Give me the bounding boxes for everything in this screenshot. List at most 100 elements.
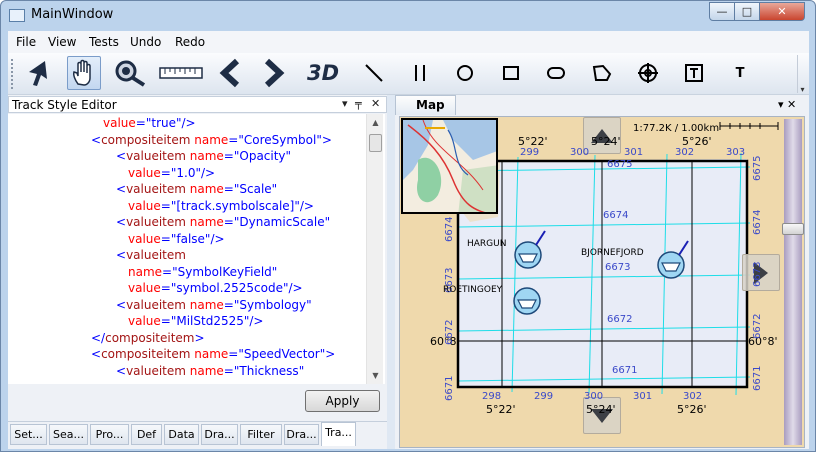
- menu-view[interactable]: View: [48, 35, 76, 49]
- text-box-icon[interactable]: [677, 56, 711, 90]
- zoom-slider-thumb[interactable]: [782, 223, 804, 235]
- draw-line-icon[interactable]: [357, 56, 391, 90]
- grid-label: 6675: [752, 155, 763, 181]
- menu-tests[interactable]: Tests: [89, 35, 119, 49]
- draw-polygon-icon[interactable]: [585, 56, 619, 90]
- menu-bar: File View Tests Undo Redo: [8, 31, 809, 53]
- scale-bar: [719, 122, 779, 130]
- measure-scale-icon[interactable]: [158, 56, 204, 90]
- draw-rounded-rect-icon[interactable]: [539, 56, 573, 90]
- close-button[interactable]: ✕: [759, 2, 805, 21]
- pane-close-icon[interactable]: ✕: [371, 97, 380, 110]
- toolbar-overflow-button[interactable]: ▾: [797, 55, 807, 94]
- lon-label-top-mid: 5°24': [591, 135, 621, 148]
- xml-line: <valueitem name="Opacity": [116, 149, 292, 163]
- draw-rectangle-icon[interactable]: [494, 56, 528, 90]
- lon-label-bottom-right: 5°26': [677, 403, 707, 416]
- main-window: MainWindow — □ ✕ File View Tests Undo Re…: [0, 0, 816, 452]
- grid-label: 6673: [752, 261, 763, 287]
- tab-filter[interactable]: Filter: [240, 424, 282, 445]
- apply-button[interactable]: Apply: [305, 390, 380, 412]
- select-arrow-icon[interactable]: [21, 56, 55, 90]
- tab-map[interactable]: Map: [395, 95, 456, 115]
- xml-line: value="false"/>: [128, 231, 225, 246]
- zoom-magnifier-icon[interactable]: [114, 56, 148, 90]
- grid-label: 301: [633, 391, 653, 402]
- grid-label: 298: [482, 391, 502, 402]
- xml-line: name="SymbolKeyField": [128, 264, 278, 279]
- track-symbol-roetingoey: [513, 287, 541, 315]
- window-icon: [9, 9, 25, 22]
- title-bar: MainWindow — □ ✕: [1, 1, 815, 31]
- maximize-button[interactable]: □: [734, 2, 760, 21]
- draw-target-symbol-icon[interactable]: [631, 56, 665, 90]
- tab-track-style[interactable]: Tra...: [321, 422, 356, 446]
- map-view[interactable]: 1:77.2K / 1.00km 5°22' 5°24' 5°26' 5°22'…: [399, 116, 805, 448]
- xml-line: <compositeitem name="CoreSymbol">: [91, 132, 332, 147]
- grid-label: 6672: [444, 319, 455, 345]
- lon-label-bottom-left: 5°22': [486, 403, 516, 416]
- scroll-up-icon[interactable]: ▲: [367, 114, 384, 131]
- pan-hand-icon[interactable]: [67, 56, 101, 90]
- text-icon[interactable]: T: [723, 56, 757, 90]
- client-area: File View Tests Undo Redo 3D T ▾ Track S…: [8, 31, 809, 449]
- place-label-roetingoey: ROETINGOEY: [443, 285, 503, 295]
- panel-splitter[interactable]: [387, 95, 395, 449]
- tab-data[interactable]: Data: [164, 424, 199, 445]
- grid-label: 6671: [444, 375, 455, 401]
- vertical-scrollbar[interactable]: ▲ ▼: [366, 114, 383, 384]
- grid-label: 300: [570, 147, 590, 158]
- panel-header: Track Style Editor ▾ ╤ ✕: [8, 96, 387, 113]
- tab-search[interactable]: Sea...: [49, 424, 88, 445]
- tab-draw-2[interactable]: Dra...: [284, 424, 319, 445]
- track-style-editor-panel: Track Style Editor ▾ ╤ ✕ value="true"/> <…: [8, 95, 387, 449]
- 3d-view-icon[interactable]: 3D: [301, 56, 345, 90]
- grid-label: 6674: [444, 216, 455, 242]
- scroll-down-icon[interactable]: ▼: [367, 367, 384, 384]
- xml-line: <valueitem name="DynamicScale": [116, 215, 331, 229]
- xml-editor[interactable]: value="true"/> <compositeitem name="CoreS…: [8, 114, 385, 384]
- grid-label: 6675: [607, 159, 633, 170]
- panel-tab-strip: Set... Sea... Pro... Def Data Dra... Fil…: [8, 421, 387, 449]
- grid-label: 303: [726, 147, 746, 158]
- xml-line: </compositeitem>: [91, 330, 205, 345]
- grid-label: 6674: [752, 209, 763, 235]
- pane-menu-icon[interactable]: ▾: [342, 97, 348, 110]
- xml-line: value="MilStd2525"/>: [128, 314, 264, 328]
- grid-label: 6673: [605, 262, 631, 273]
- tab-draw-1[interactable]: Dra...: [201, 424, 238, 445]
- scroll-thumb[interactable]: [369, 134, 382, 152]
- xml-line: <valueitem: [116, 248, 186, 262]
- tab-def[interactable]: Def: [131, 424, 162, 445]
- menu-redo[interactable]: Redo: [175, 35, 205, 49]
- pin-icon[interactable]: ╤: [355, 97, 362, 110]
- xml-line: <compositeitem name="SpeedVector">: [91, 347, 336, 361]
- zoom-slider-track[interactable]: [784, 119, 802, 445]
- draw-circle-icon[interactable]: [448, 56, 482, 90]
- text-tool-label: T: [735, 65, 745, 81]
- xml-line: value="1.0"/>: [128, 165, 216, 180]
- forward-icon[interactable]: [257, 56, 291, 90]
- xml-line: <valueitem name="Symbology": [116, 297, 312, 312]
- panel-title: Track Style Editor: [12, 98, 117, 112]
- toolbar: 3D T ▾: [8, 53, 809, 95]
- minimize-button[interactable]: —: [709, 2, 735, 21]
- map-scale-label: 1:77.2K / 1.00km: [633, 123, 720, 134]
- overview-inset-map[interactable]: [401, 118, 498, 214]
- menu-undo[interactable]: Undo: [130, 35, 161, 49]
- tab-properties[interactable]: Pro...: [90, 424, 129, 445]
- grid-label: 6671: [752, 365, 763, 391]
- grid-label: 299: [520, 147, 540, 158]
- draw-parallel-icon[interactable]: [403, 56, 437, 90]
- back-icon[interactable]: [213, 56, 247, 90]
- lon-label-bottom-mid: 5°24': [586, 403, 616, 416]
- menu-file[interactable]: File: [16, 35, 36, 49]
- xml-line: <valueitem name="Thickness": [116, 363, 305, 378]
- grid-label: 6671: [612, 365, 638, 376]
- place-label-hargun: HARGUN: [467, 239, 507, 249]
- tab-settings[interactable]: Set...: [10, 424, 47, 445]
- 3d-label: 3D: [306, 61, 340, 85]
- toolbar-grip[interactable]: [11, 59, 14, 89]
- xml-line: value="[track.symbolscale]"/>: [128, 198, 314, 213]
- map-pane-icons[interactable]: ▾ ✕: [778, 98, 796, 111]
